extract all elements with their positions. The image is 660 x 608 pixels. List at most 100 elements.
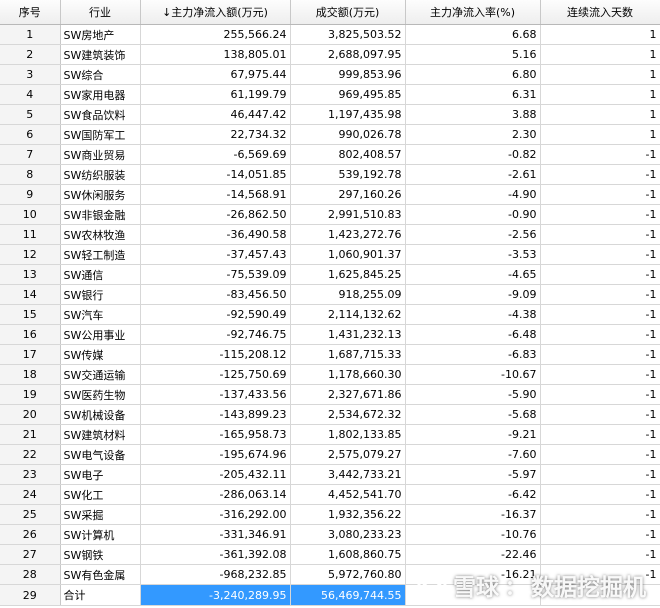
streak-days-cell[interactable]: 1 <box>540 44 660 65</box>
inflow-rate-cell[interactable]: 5.16 <box>405 44 541 65</box>
turnover-cell[interactable]: 4,452,541.70 <box>290 484 406 505</box>
table-row[interactable]: 20 SW机械设备 -143,899.23 2,534,672.32 -5.68 -1 <box>0 404 660 425</box>
streak-days-cell[interactable]: -1 <box>540 504 660 525</box>
column-header-inflow-rate[interactable]: 主力净流入率(%) <box>405 0 541 25</box>
net-inflow-cell[interactable]: -968,232.85 <box>140 564 291 585</box>
row-index-cell[interactable]: 22 <box>0 444 61 465</box>
turnover-cell[interactable]: 802,408.57 <box>290 144 406 165</box>
net-inflow-cell[interactable]: -36,490.58 <box>140 224 291 245</box>
turnover-cell[interactable]: 1,431,232.13 <box>290 324 406 345</box>
column-header-streak-days[interactable]: 连续流入天数 <box>540 0 660 25</box>
column-header-net-inflow[interactable]: ↓主力净流入额(万元) <box>140 0 291 25</box>
net-inflow-cell[interactable]: -143,899.23 <box>140 404 291 425</box>
net-inflow-cell[interactable]: -14,051.85 <box>140 164 291 185</box>
inflow-rate-cell[interactable]: -9.09 <box>405 284 541 305</box>
net-inflow-cell[interactable]: 138,805.01 <box>140 44 291 65</box>
industry-cell[interactable]: SW有色金属 <box>60 564 141 585</box>
column-header-industry[interactable]: 行业 <box>60 0 141 25</box>
turnover-cell[interactable]: 2,688,097.95 <box>290 44 406 65</box>
turnover-cell[interactable]: 2,327,671.86 <box>290 384 406 405</box>
table-row[interactable]: 24 SW化工 -286,063.14 4,452,541.70 -6.42 -1 <box>0 484 660 505</box>
row-index-cell[interactable]: 1 <box>0 24 61 45</box>
table-row[interactable]: 27 SW钢铁 -361,392.08 1,608,860.75 -22.46 -1 <box>0 544 660 565</box>
net-inflow-cell[interactable]: -75,539.09 <box>140 264 291 285</box>
turnover-cell[interactable]: 1,060,901.37 <box>290 244 406 265</box>
streak-days-cell[interactable]: -1 <box>540 364 660 385</box>
turnover-cell[interactable]: 1,687,715.33 <box>290 344 406 365</box>
net-inflow-cell[interactable]: -14,568.91 <box>140 184 291 205</box>
streak-days-cell[interactable]: -1 <box>540 564 660 585</box>
row-index-cell[interactable]: 12 <box>0 244 61 265</box>
streak-days-cell[interactable]: 1 <box>540 124 660 145</box>
inflow-rate-cell[interactable]: -2.56 <box>405 224 541 245</box>
inflow-rate-cell[interactable]: -4.65 <box>405 264 541 285</box>
industry-cell[interactable]: SW化工 <box>60 484 141 505</box>
table-row[interactable]: 12 SW轻工制造 -37,457.43 1,060,901.37 -3.53 -1 <box>0 244 660 265</box>
streak-days-cell[interactable]: -1 <box>540 344 660 365</box>
table-row[interactable]: 16 SW公用事业 -92,746.75 1,431,232.13 -6.48 -1 <box>0 324 660 345</box>
turnover-cell[interactable]: 297,160.26 <box>290 184 406 205</box>
table-row[interactable]: 19 SW医药生物 -137,433.56 2,327,671.86 -5.90 -1 <box>0 384 660 405</box>
row-index-cell[interactable]: 4 <box>0 84 61 105</box>
streak-days-cell[interactable]: -1 <box>540 144 660 165</box>
total-streak-days-cell[interactable] <box>540 584 660 606</box>
industry-cell[interactable]: SW电气设备 <box>60 444 141 465</box>
table-row[interactable]: 6 SW国防军工 22,734.32 990,026.78 2.30 1 <box>0 124 660 145</box>
inflow-rate-cell[interactable]: -0.90 <box>405 204 541 225</box>
inflow-rate-cell[interactable]: -9.21 <box>405 424 541 445</box>
turnover-cell[interactable]: 2,114,132.62 <box>290 304 406 325</box>
inflow-rate-cell[interactable]: -2.61 <box>405 164 541 185</box>
net-inflow-cell[interactable]: -316,292.00 <box>140 504 291 525</box>
turnover-cell[interactable]: 5,972,760.80 <box>290 564 406 585</box>
industry-cell[interactable]: SW农林牧渔 <box>60 224 141 245</box>
net-inflow-cell[interactable]: -165,958.73 <box>140 424 291 445</box>
inflow-rate-cell[interactable]: -0.82 <box>405 144 541 165</box>
industry-cell[interactable]: SW建筑装饰 <box>60 44 141 65</box>
turnover-cell[interactable]: 3,080,233.23 <box>290 524 406 545</box>
industry-cell[interactable]: SW交通运输 <box>60 364 141 385</box>
row-index-cell[interactable]: 16 <box>0 324 61 345</box>
row-index-cell[interactable]: 14 <box>0 284 61 305</box>
table-row[interactable]: 9 SW休闲服务 -14,568.91 297,160.26 -4.90 -1 <box>0 184 660 205</box>
inflow-rate-cell[interactable]: 6.31 <box>405 84 541 105</box>
table-row[interactable]: 13 SW通信 -75,539.09 1,625,845.25 -4.65 -1 <box>0 264 660 285</box>
inflow-rate-cell[interactable]: 3.88 <box>405 104 541 125</box>
inflow-rate-cell[interactable]: -6.83 <box>405 344 541 365</box>
turnover-cell[interactable]: 3,442,733.21 <box>290 464 406 485</box>
row-index-cell[interactable]: 8 <box>0 164 61 185</box>
inflow-rate-cell[interactable]: -10.76 <box>405 524 541 545</box>
net-inflow-cell[interactable]: 61,199.79 <box>140 84 291 105</box>
industry-cell[interactable]: SW银行 <box>60 284 141 305</box>
inflow-rate-cell[interactable]: -16.37 <box>405 504 541 525</box>
inflow-rate-cell[interactable]: -5.97 <box>405 464 541 485</box>
table-row[interactable]: 2 SW建筑装饰 138,805.01 2,688,097.95 5.16 1 <box>0 44 660 65</box>
table-row[interactable]: 28 SW有色金属 -968,232.85 5,972,760.80 -16.21 -1 <box>0 564 660 585</box>
streak-days-cell[interactable]: -1 <box>540 324 660 345</box>
streak-days-cell[interactable]: -1 <box>540 404 660 425</box>
inflow-rate-cell[interactable]: -6.42 <box>405 484 541 505</box>
industry-cell[interactable]: SW医药生物 <box>60 384 141 405</box>
turnover-cell[interactable]: 1,178,660.30 <box>290 364 406 385</box>
turnover-cell[interactable]: 3,825,503.52 <box>290 24 406 45</box>
industry-cell[interactable]: SW公用事业 <box>60 324 141 345</box>
industry-cell[interactable]: SW纺织服装 <box>60 164 141 185</box>
row-index-cell[interactable]: 11 <box>0 224 61 245</box>
table-row[interactable]: 15 SW汽车 -92,590.49 2,114,132.62 -4.38 -1 <box>0 304 660 325</box>
industry-cell[interactable]: SW采掘 <box>60 504 141 525</box>
table-row[interactable]: 3 SW综合 67,975.44 999,853.96 6.80 1 <box>0 64 660 85</box>
streak-days-cell[interactable]: -1 <box>540 244 660 265</box>
turnover-cell[interactable]: 990,026.78 <box>290 124 406 145</box>
streak-days-cell[interactable]: 1 <box>540 104 660 125</box>
row-index-cell[interactable]: 19 <box>0 384 61 405</box>
inflow-rate-cell[interactable]: -22.46 <box>405 544 541 565</box>
table-row[interactable]: 26 SW计算机 -331,346.91 3,080,233.23 -10.76 -1 <box>0 524 660 545</box>
inflow-rate-cell[interactable]: -10.67 <box>405 364 541 385</box>
industry-cell[interactable]: SW钢铁 <box>60 544 141 565</box>
industry-cell[interactable]: SW电子 <box>60 464 141 485</box>
row-index-cell[interactable]: 28 <box>0 564 61 585</box>
table-row[interactable]: 1 SW房地产 255,566.24 3,825,503.52 6.68 1 <box>0 24 660 45</box>
row-index-cell[interactable]: 24 <box>0 484 61 505</box>
industry-cell[interactable]: SW家用电器 <box>60 84 141 105</box>
table-row[interactable]: 17 SW传媒 -115,208.12 1,687,715.33 -6.83 -1 <box>0 344 660 365</box>
industry-cell[interactable]: SW建筑材料 <box>60 424 141 445</box>
